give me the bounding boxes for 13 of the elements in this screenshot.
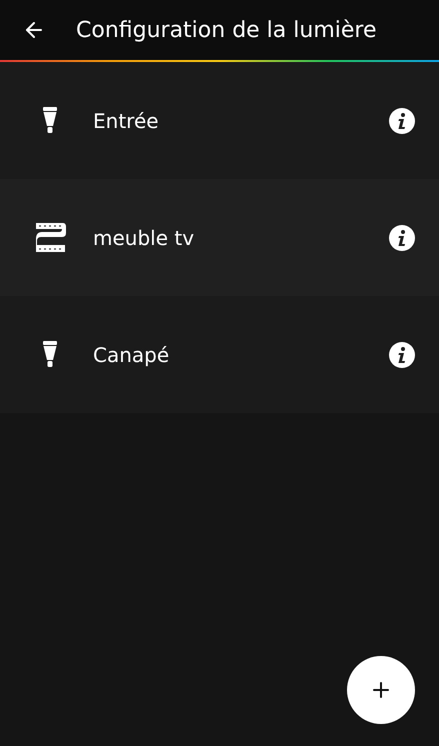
- info-icon[interactable]: [389, 224, 415, 250]
- light-row[interactable]: meuble tv: [0, 179, 439, 296]
- light-name: Entrée: [93, 108, 160, 134]
- info-icon[interactable]: [389, 342, 415, 368]
- light-strip-icon: [34, 222, 66, 253]
- bulb-icon: [43, 106, 57, 134]
- light-row[interactable]: Entrée: [0, 62, 439, 179]
- screen-title: Configuration de la lumière: [76, 16, 377, 44]
- bulb-icon: [43, 340, 57, 368]
- info-icon[interactable]: [389, 108, 415, 134]
- light-name: meuble tv: [93, 224, 196, 252]
- light-row[interactable]: Canapé: [0, 296, 439, 413]
- light-name: Canapé: [93, 342, 170, 368]
